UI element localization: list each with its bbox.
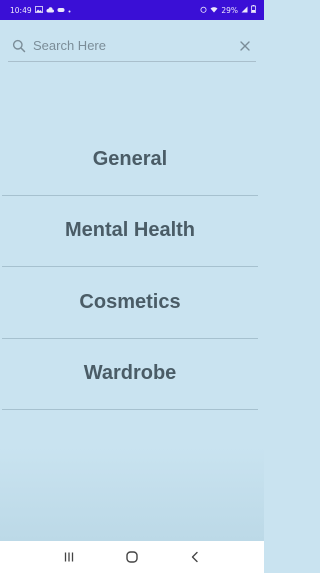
battery-icon xyxy=(251,5,256,15)
category-label: Cosmetics xyxy=(79,290,181,313)
category-label: Mental Health xyxy=(64,219,196,242)
category-label: Wardrobe xyxy=(83,362,177,385)
cloud-icon xyxy=(46,6,54,15)
system-nav-bar xyxy=(0,541,264,573)
dot-icon xyxy=(68,6,71,15)
status-left: 10:49 xyxy=(10,6,71,15)
category-item-wardrobe[interactable]: Wardrobe xyxy=(2,339,258,410)
game-icon xyxy=(57,6,65,15)
search-input[interactable] xyxy=(30,33,234,58)
back-icon[interactable] xyxy=(181,543,209,571)
category-item-mental-health[interactable]: Mental Health xyxy=(2,196,258,267)
image-notification-icon xyxy=(34,5,43,15)
close-icon[interactable] xyxy=(234,35,256,57)
status-bar: 10:49 29% xyxy=(0,0,264,20)
search-icon xyxy=(8,35,30,57)
category-list: General Mental Health Cosmetics Wardrobe xyxy=(2,124,258,410)
alarm-icon xyxy=(200,6,207,15)
home-icon[interactable] xyxy=(118,543,146,571)
signal-icon xyxy=(241,6,248,15)
category-item-general[interactable]: General xyxy=(2,124,258,196)
wifi-icon xyxy=(210,6,218,15)
search-bar xyxy=(8,30,256,62)
recent-apps-icon[interactable] xyxy=(55,543,83,571)
battery-percent: 29% xyxy=(221,5,238,15)
status-right: 29% xyxy=(200,5,256,15)
category-item-cosmetics[interactable]: Cosmetics xyxy=(2,267,258,339)
app-content: General Mental Health Cosmetics Wardrobe xyxy=(0,20,264,541)
status-time: 10:49 xyxy=(10,5,32,15)
category-label: General xyxy=(92,147,168,170)
